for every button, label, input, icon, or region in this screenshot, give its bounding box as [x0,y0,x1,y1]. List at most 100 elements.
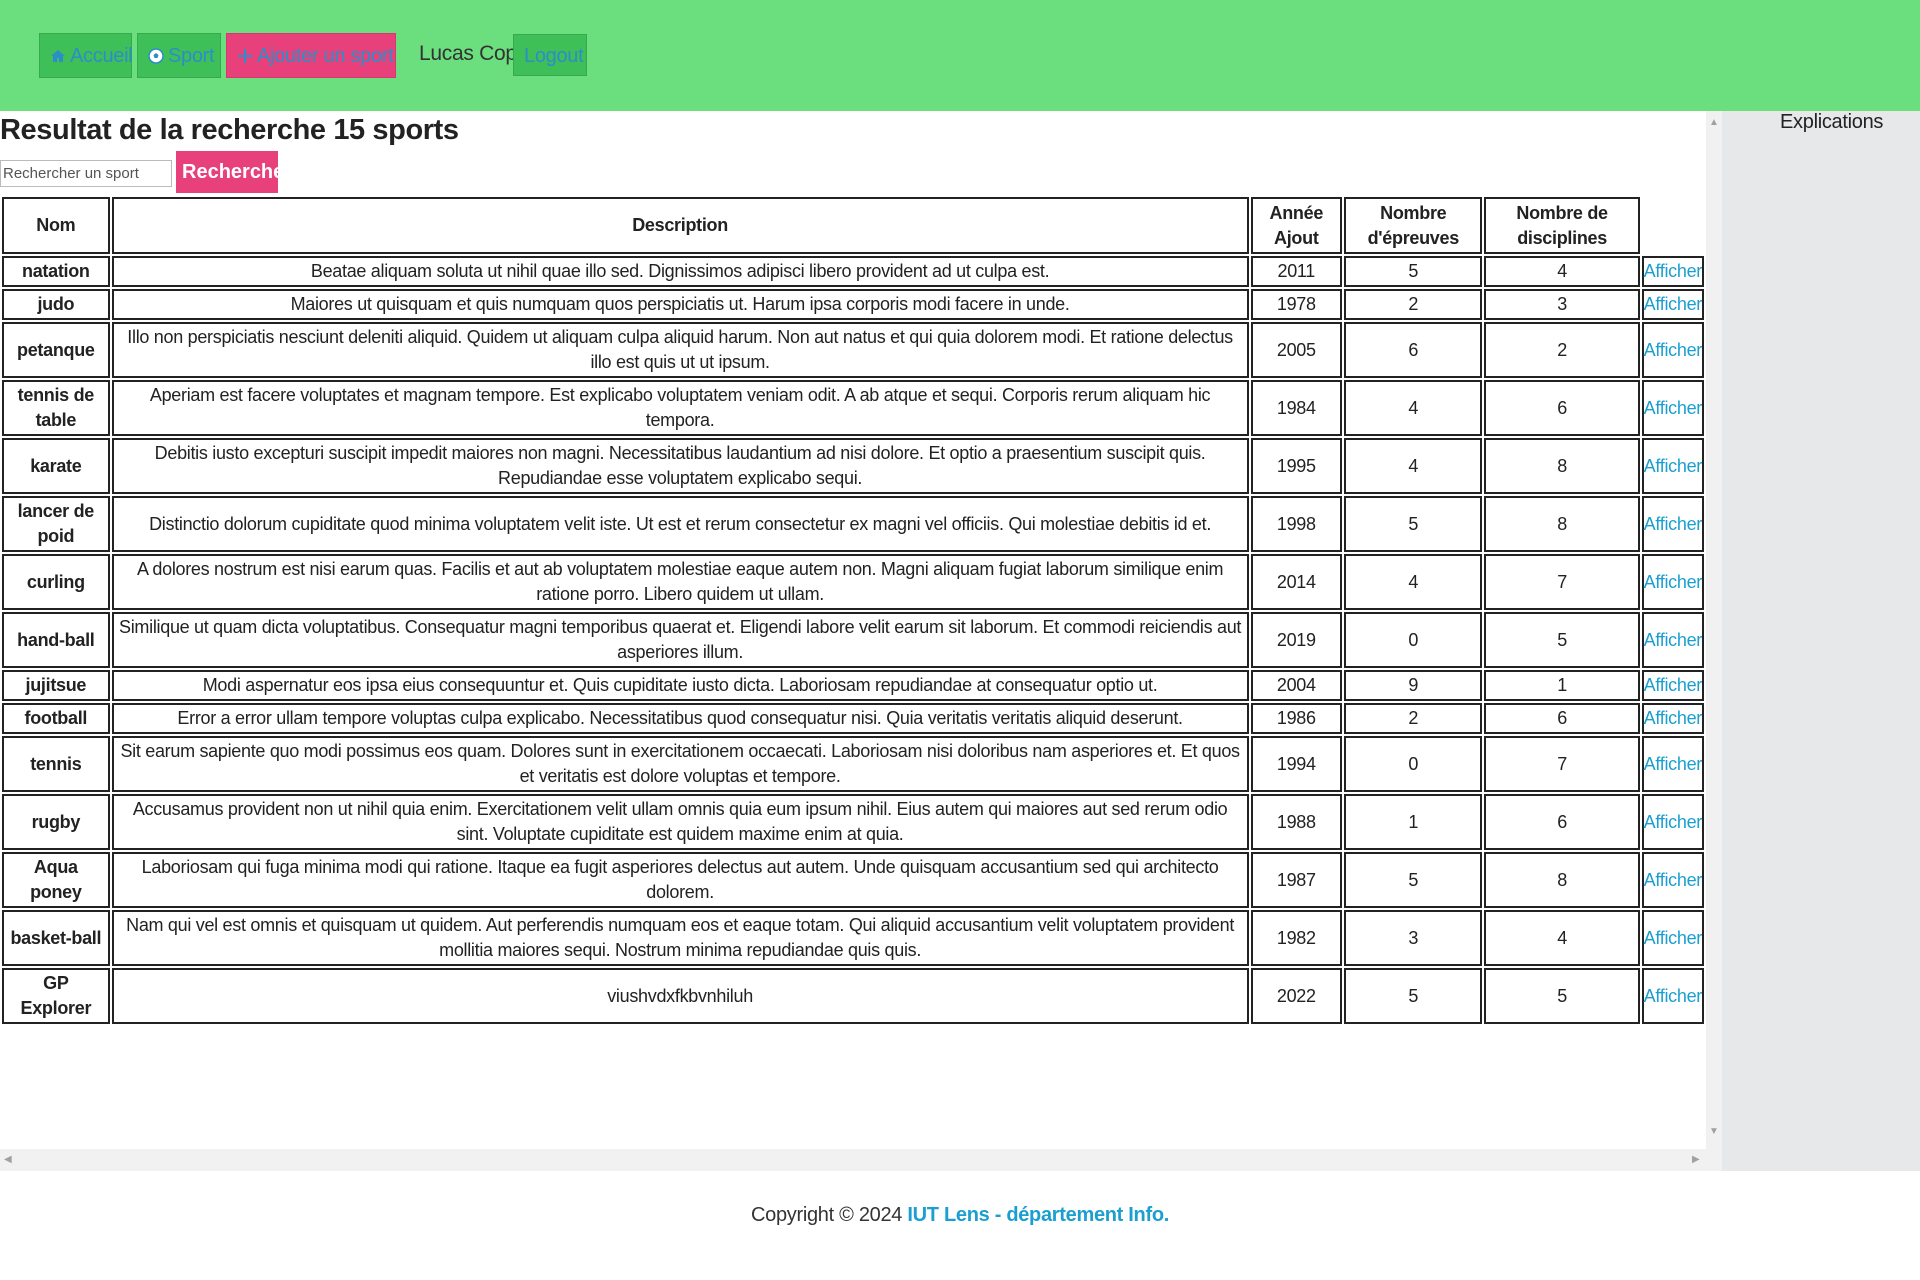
search-input[interactable] [0,160,172,187]
sport-action-cell: Afficher [1641,968,1704,1024]
sport-events-cell: 4 [1344,438,1483,494]
sport-events-cell: 0 [1344,736,1483,792]
sport-action-cell: Afficher [1641,852,1704,908]
column-header-year-line2: Ajout [1274,227,1319,248]
afficher-link[interactable]: Afficher [1644,986,1703,1006]
sport-action-cell: Afficher [1641,380,1704,436]
top-navbar: Accueil Sport Ajouter un sport Lucas Cop… [0,0,1920,111]
sport-year-cell: 2014 [1250,554,1343,610]
footer-text: Copyright © 2024 IUT Lens - département … [0,1204,1920,1227]
sport-action-cell: Afficher [1641,794,1704,850]
sport-description-cell: Debitis iusto excepturi suscipit impedit… [111,438,1249,494]
sport-events-cell: 0 [1344,612,1483,668]
scroll-up-arrow-icon[interactable]: ▲ [1709,117,1719,128]
afficher-link[interactable]: Afficher [1644,398,1703,418]
scroll-left-arrow-icon[interactable]: ◀ [4,1154,12,1165]
sport-name-cell: football [2,703,110,734]
sport-year-cell: 2005 [1250,322,1343,378]
sport-year-cell: 2011 [1250,256,1343,287]
afficher-link[interactable]: Afficher [1644,294,1703,314]
table-row: jujitsue Modi aspernatur eos ipsa eius co… [2,670,1704,701]
column-header-disciplines: Nombre de disciplines [1484,197,1640,254]
sport-events-cell: 6 [1344,322,1483,378]
sport-year-cell: 2022 [1250,968,1343,1024]
sport-description-cell: Sit earum sapiente quo modi possimus eos… [111,736,1249,792]
sport-description-cell: Nam qui vel est omnis et quisquam ut qui… [111,910,1249,966]
nav-home-button[interactable]: Accueil [39,33,133,78]
sport-name-cell: petanque [2,322,110,378]
add-sport-button[interactable]: Ajouter un sport [226,33,396,78]
afficher-link[interactable]: Afficher [1644,812,1703,832]
vertical-scrollbar[interactable]: ▲ ▼ [1706,111,1722,1171]
sport-events-cell: 4 [1344,554,1483,610]
sport-events-cell: 5 [1344,852,1483,908]
sport-description-cell: Aperiam est facere voluptates et magnam … [111,380,1249,436]
sport-name-cell: tennis [2,736,110,792]
sport-year-cell: 1978 [1250,289,1343,320]
sport-disciplines-cell: 6 [1484,703,1640,734]
table-row: lancer de poid Distinctio dolorum cupidit… [2,496,1704,552]
afficher-link[interactable]: Afficher [1644,572,1703,592]
sport-year-cell: 1984 [1250,380,1343,436]
sport-year-cell: 1982 [1250,910,1343,966]
sport-name-cell: GP Explorer [2,968,110,1024]
sport-year-cell: 1986 [1250,703,1343,734]
afficher-link[interactable]: Afficher [1644,870,1703,890]
sport-disciplines-cell: 3 [1484,289,1640,320]
soccer-ball-icon [148,48,164,64]
sport-year-cell: 2019 [1250,612,1343,668]
sport-action-cell: Afficher [1641,736,1704,792]
table-row: natation Beatae aliquam soluta ut nihil q… [2,256,1704,287]
search-button[interactable]: Recherche [176,151,284,193]
sport-action-cell: Afficher [1641,496,1704,552]
sport-action-cell: Afficher [1641,703,1704,734]
sport-disciplines-cell: 6 [1484,794,1640,850]
sport-name-cell: Aqua poney [2,852,110,908]
sport-disciplines-cell: 4 [1484,256,1640,287]
afficher-link[interactable]: Afficher [1644,708,1703,728]
table-body: natation Beatae aliquam soluta ut nihil q… [2,256,1704,1024]
sport-events-cell: 2 [1344,703,1483,734]
afficher-link[interactable]: Afficher [1644,675,1703,695]
scroll-right-arrow-icon[interactable]: ▶ [1692,1154,1700,1165]
sport-name-cell: tennis de table [2,380,110,436]
sport-disciplines-cell: 7 [1484,736,1640,792]
nav-sport-button[interactable]: Sport [137,33,221,78]
afficher-link[interactable]: Afficher [1644,928,1703,948]
explanations-panel: Explications [1722,111,1920,1171]
sport-disciplines-cell: 8 [1484,852,1640,908]
afficher-link[interactable]: Afficher [1644,754,1703,774]
afficher-link[interactable]: Afficher [1644,456,1703,476]
sport-description-cell: Beatae aliquam soluta ut nihil quae illo… [111,256,1249,287]
sport-name-cell: curling [2,554,110,610]
sport-action-cell: Afficher [1641,256,1704,287]
sport-events-cell: 2 [1344,289,1483,320]
sport-description-cell: Similique ut quam dicta voluptatibus. Co… [111,612,1249,668]
scroll-down-arrow-icon[interactable]: ▼ [1709,1126,1719,1137]
sport-name-cell: judo [2,289,110,320]
sport-events-cell: 5 [1344,256,1483,287]
table-row: rugby Accusamus provident non ut nihil qu… [2,794,1704,850]
sport-action-cell: Afficher [1641,670,1704,701]
nav-home-label: Accueil [70,45,133,67]
sport-disciplines-cell: 1 [1484,670,1640,701]
afficher-link[interactable]: Afficher [1644,340,1703,360]
sport-disciplines-cell: 6 [1484,380,1640,436]
logout-button[interactable]: Logout [513,34,587,76]
afficher-link[interactable]: Afficher [1644,630,1703,650]
afficher-link[interactable]: Afficher [1644,514,1703,534]
sport-action-cell: Afficher [1641,322,1704,378]
table-row: hand-ball Similique ut quam dicta volupta… [2,612,1704,668]
home-icon [51,50,65,62]
sport-description-cell: Accusamus provident non ut nihil quia en… [111,794,1249,850]
sport-disciplines-cell: 5 [1484,612,1640,668]
footer-link[interactable]: IUT Lens - département Info. [907,1204,1169,1226]
horizontal-scrollbar[interactable]: ◀ ▶ [0,1149,1706,1171]
sport-name-cell: hand-ball [2,612,110,668]
table-row: karate Debitis iusto excepturi suscipit i… [2,438,1704,494]
sport-disciplines-cell: 4 [1484,910,1640,966]
table-row: Aqua poney Laboriosam qui fuga minima mod… [2,852,1704,908]
afficher-link[interactable]: Afficher [1644,261,1703,281]
column-header-year: Année Ajout [1250,197,1343,254]
sport-year-cell: 1994 [1250,736,1343,792]
